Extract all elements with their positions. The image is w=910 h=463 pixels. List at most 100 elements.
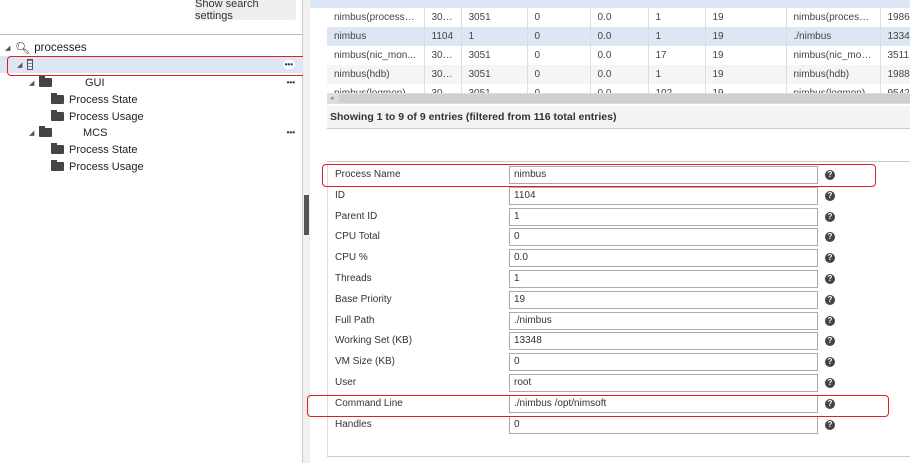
- expand-icon[interactable]: ◢: [17, 61, 27, 69]
- detail-panel: nimbus(processes) 3073 3051 0 0.0 1 19 nimbus(p…: [310, 0, 910, 463]
- user-field[interactable]: root: [509, 374, 818, 392]
- table-cell: 1: [648, 27, 706, 46]
- form-row: Threads 1?: [328, 269, 910, 290]
- divider: [327, 161, 910, 162]
- cpu-field[interactable]: 0.0: [509, 249, 818, 268]
- horizontal-scrollbar[interactable]: ◂: [327, 93, 910, 104]
- divider: [0, 34, 303, 35]
- help-icon[interactable]: ?: [825, 398, 835, 409]
- form-row: Full Path ./nimbus?: [328, 311, 910, 332]
- table-row[interactable]: nimbus 1104 1 0 0.0 1 19 ./nimbus 1334: [327, 27, 910, 46]
- table-cell: 1988: [880, 65, 910, 84]
- id-field[interactable]: 1104: [509, 186, 818, 205]
- table-cell: ./nimbus: [786, 27, 881, 46]
- table-cell: 0.0: [590, 46, 649, 65]
- full-path-field[interactable]: ./nimbus: [509, 311, 818, 330]
- table-cell: 3056: [424, 46, 462, 65]
- table-row[interactable]: nimbus(processes) 3073 3051 0 0.0 1 19 nimbus(p…: [327, 8, 910, 27]
- form-row: Working Set (KB) 13348?: [328, 331, 910, 352]
- table-cell: 1334: [880, 27, 910, 46]
- table-cell: nimbus(hdb): [786, 65, 881, 84]
- form-row: CPU % 0.0?: [328, 248, 910, 269]
- help-icon[interactable]: ?: [825, 253, 835, 264]
- tree-node-processes[interactable]: ◢ 🔍︎ processes: [0, 39, 303, 56]
- more-button[interactable]: •••: [287, 78, 295, 87]
- full-path-label: Full Path: [335, 314, 375, 326]
- tree-label: Process Usage: [69, 110, 144, 123]
- help-icon[interactable]: ?: [825, 315, 835, 326]
- handles-field[interactable]: 0: [509, 415, 818, 434]
- table-cell: 19: [705, 65, 787, 84]
- table-cell: 3055: [424, 65, 462, 84]
- help-icon[interactable]: ?: [825, 274, 835, 284]
- scroll-left-arrow-icon[interactable]: ◂: [330, 93, 334, 104]
- base-priority-field[interactable]: 19: [509, 290, 818, 309]
- tree-label: Process State: [69, 143, 138, 156]
- working-set-kb-label: Working Set (KB): [335, 335, 413, 347]
- command-line-field[interactable]: ./nimbus /opt/nimsoft: [509, 394, 818, 413]
- form-row: Process Name nimbus?: [328, 165, 910, 186]
- folder-icon: [51, 110, 64, 121]
- vm-size-kb-field[interactable]: 0: [509, 353, 818, 372]
- help-icon[interactable]: ?: [825, 170, 835, 180]
- table-cell: 19: [705, 27, 787, 46]
- help-icon[interactable]: ?: [825, 357, 835, 368]
- table-cell: nimbus(hdb): [327, 65, 425, 84]
- help-icon[interactable]: ?: [825, 211, 835, 222]
- expand-icon[interactable]: ◢: [29, 79, 39, 87]
- help-icon[interactable]: ?: [825, 232, 835, 243]
- id-label: ID: [335, 189, 345, 201]
- table-cell: nimbus(nic_mon...: [327, 46, 425, 65]
- parent-id-label: Parent ID: [335, 210, 378, 222]
- tree-node-process-usage[interactable]: Process Usage: [0, 108, 303, 125]
- splitter-handle[interactable]: [304, 195, 309, 235]
- help-icon[interactable]: ?: [825, 190, 835, 201]
- help-icon[interactable]: ?: [825, 294, 835, 305]
- threads-field[interactable]: 1: [509, 270, 818, 288]
- help-icon[interactable]: ?: [825, 336, 835, 347]
- tree-node-gui[interactable]: ◢ GUI •••: [0, 74, 303, 91]
- folder-icon: [51, 143, 64, 154]
- table-cell: 3511: [880, 46, 910, 65]
- tree-label: processes: [34, 41, 87, 54]
- table-header-band: [310, 0, 910, 8]
- server-icon: [27, 59, 33, 70]
- table-cell: 0.0: [590, 27, 649, 46]
- tree-label: GUI: [85, 76, 105, 89]
- tree-label: Process Usage: [69, 160, 144, 173]
- tree-node-server[interactable]: ◢ •••: [0, 56, 303, 73]
- scrollbar-thumb[interactable]: [339, 94, 910, 103]
- more-button[interactable]: •••: [282, 60, 295, 69]
- table-info: Showing 1 to 9 of 9 entries (filtered fr…: [327, 106, 910, 129]
- form-row: Base Priority 19?: [328, 290, 910, 311]
- table-cell: 1: [648, 8, 706, 27]
- table-cell: 3051: [461, 46, 528, 65]
- working-set-kb-field[interactable]: 13348: [509, 332, 818, 351]
- base-priority-label: Base Priority: [335, 293, 392, 305]
- table-cell: 1: [461, 27, 528, 46]
- form-row: Parent ID 1?: [328, 207, 910, 228]
- table-row[interactable]: nimbus(hdb) 3055 3051 0 0.0 1 19 nimbus(hdb) 198…: [327, 65, 910, 84]
- expand-icon[interactable]: ◢: [5, 44, 15, 52]
- tree-node-mcs[interactable]: ◢ MCS •••: [0, 124, 303, 141]
- parent-id-field[interactable]: 1: [509, 207, 818, 226]
- tree-node-process-usage[interactable]: Process Usage: [0, 158, 303, 175]
- tree-node-process-state[interactable]: Process State: [0, 91, 303, 108]
- tree-node-process-state[interactable]: Process State: [0, 141, 303, 158]
- help-icon[interactable]: ?: [825, 378, 835, 388]
- form-row: Handles 0?: [328, 415, 910, 436]
- form-row: CPU Total 0?: [328, 227, 910, 248]
- cpu-total-field[interactable]: 0: [509, 228, 818, 247]
- tree-panel: Show search settings ◢ 🔍︎ processes ◢ ••…: [0, 0, 308, 463]
- table-row[interactable]: nimbus(nic_mon... 3056 3051 0 0.0 17 19 nimbus(…: [327, 46, 910, 65]
- more-button[interactable]: •••: [287, 128, 295, 137]
- table-cell: nimbus(processes): [327, 8, 425, 27]
- expand-icon[interactable]: ◢: [29, 129, 39, 137]
- table-cell: 1: [648, 65, 706, 84]
- table-cell: 0: [527, 27, 591, 46]
- table-cell: 0: [527, 46, 591, 65]
- help-icon[interactable]: ?: [825, 419, 835, 430]
- user-label: User: [335, 377, 357, 388]
- show-search-settings-button[interactable]: Show search settings: [195, 0, 296, 22]
- process-name-field[interactable]: nimbus: [509, 166, 818, 184]
